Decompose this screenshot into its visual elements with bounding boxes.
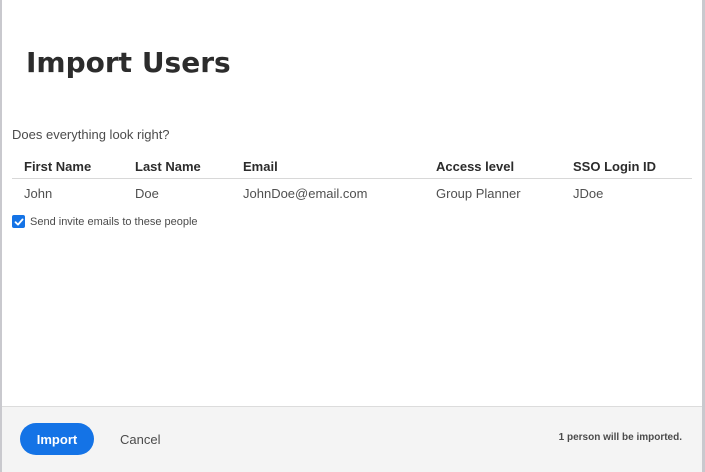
column-header-sso-login-id: SSO Login ID (573, 156, 692, 179)
column-header-email: Email (243, 156, 436, 179)
dialog-title: Import Users (26, 46, 231, 79)
send-invite-label: Send invite emails to these people (30, 215, 198, 228)
cell-sso-login-id: JDoe (573, 185, 604, 201)
table-header-row: First Name Last Name Email Access level … (12, 156, 692, 179)
column-header-access-level: Access level (436, 156, 573, 179)
send-invite-checkbox[interactable] (12, 215, 25, 228)
cancel-button[interactable]: Cancel (114, 423, 166, 455)
import-users-dialog: Import Users Does everything look right?… (2, 0, 702, 472)
import-count-summary: 1 person will be imported. (558, 432, 682, 443)
dialog-footer: Import Cancel 1 person will be imported. (2, 406, 702, 472)
table-row: John Doe JohnDoe@email.com Group Planner… (12, 179, 692, 202)
users-table: First Name Last Name Email Access level … (12, 156, 692, 201)
import-button[interactable]: Import (20, 423, 94, 455)
cell-access-level: Group Planner (436, 185, 521, 201)
send-invite-option[interactable]: Send invite emails to these people (12, 215, 198, 228)
confirmation-prompt: Does everything look right? (12, 127, 170, 142)
cell-last-name: Doe (135, 185, 159, 201)
column-header-first-name: First Name (12, 156, 135, 179)
column-header-last-name: Last Name (135, 156, 243, 179)
cell-first-name: John (24, 185, 53, 201)
checkmark-icon (14, 218, 23, 225)
cell-email: JohnDoe@email.com (243, 185, 368, 201)
